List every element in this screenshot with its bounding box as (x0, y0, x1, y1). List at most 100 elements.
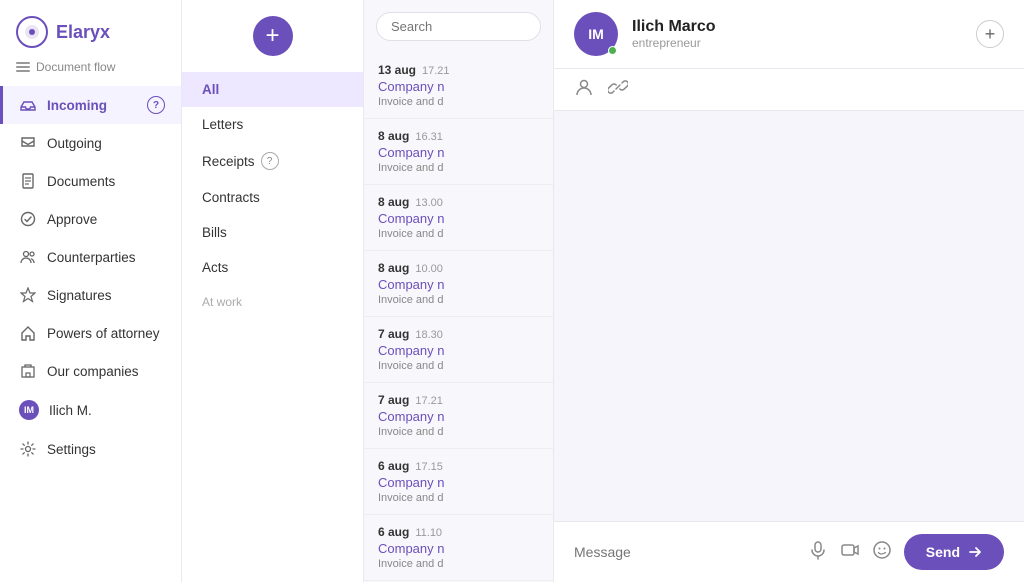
list-item[interactable]: 8 aug 16.31 Company n Invoice and d (364, 119, 553, 185)
chat-panel: IM Ilich Marco entrepreneur + (554, 0, 1024, 582)
doc-date: 6 aug (378, 459, 409, 473)
send-label: Send (926, 544, 960, 560)
category-all-label: All (202, 82, 219, 97)
doc-desc: Invoice and d (378, 228, 539, 240)
add-button[interactable]: + (253, 16, 293, 56)
category-contracts[interactable]: Contracts (182, 180, 363, 215)
chat-footer-icons (808, 540, 892, 565)
doc-time: 17.21 (422, 65, 450, 77)
app-name: Elaryx (56, 22, 110, 43)
chat-role: entrepreneur (632, 36, 962, 50)
settings-label: Settings (47, 442, 165, 457)
category-letters[interactable]: Letters (182, 107, 363, 142)
document-list-panel: 13 aug 17.21 Company n Invoice and d 8 a… (364, 0, 554, 582)
chat-add-button[interactable]: + (976, 20, 1004, 48)
doc-name: Company n (378, 145, 539, 160)
category-acts-label: Acts (202, 260, 228, 275)
video-icon[interactable] (840, 540, 860, 565)
link-icon[interactable] (608, 77, 628, 102)
doc-date: 7 aug (378, 393, 409, 407)
counterparties-label: Counterparties (47, 250, 165, 265)
profile-icon[interactable] (574, 77, 594, 102)
receipts-badge: ? (261, 152, 279, 170)
chat-user-info: Ilich Marco entrepreneur (632, 18, 962, 50)
list-item[interactable]: 6 aug 17.15 Company n Invoice and d (364, 449, 553, 515)
search-input[interactable] (376, 12, 541, 41)
sidebar-item-companies[interactable]: Our companies (0, 352, 181, 390)
doc-name: Company n (378, 475, 539, 490)
doc-time: 18.30 (415, 329, 443, 341)
doc-date: 8 aug (378, 261, 409, 275)
document-list: 13 aug 17.21 Company n Invoice and d 8 a… (364, 53, 553, 582)
building-icon (19, 362, 37, 380)
doc-categories-panel: + All Letters Receipts ? Contracts Bills… (182, 0, 364, 582)
doc-name: Company n (378, 211, 539, 226)
list-item[interactable]: 7 aug 17.21 Company n Invoice and d (364, 383, 553, 449)
doc-desc: Invoice and d (378, 426, 539, 438)
sidebar-item-signatures[interactable]: Signatures (0, 276, 181, 314)
companies-label: Our companies (47, 364, 165, 379)
powers-label: Powers of attorney (47, 326, 165, 341)
category-bills-label: Bills (202, 225, 227, 240)
documents-label: Documents (47, 174, 165, 189)
chat-username: Ilich Marco (632, 18, 962, 36)
doc-date: 6 aug (378, 525, 409, 539)
sidebar-item-outgoing[interactable]: Outgoing (0, 124, 181, 162)
doc-desc: Invoice and d (378, 558, 539, 570)
doc-date: 7 aug (378, 327, 409, 341)
microphone-icon[interactable] (808, 540, 828, 565)
list-item[interactable]: 7 aug 18.30 Company n Invoice and d (364, 317, 553, 383)
sidebar-item-approve[interactable]: Approve (0, 200, 181, 238)
doc-name: Company n (378, 541, 539, 556)
sidebar-subtitle: Document flow (0, 56, 181, 86)
chat-toolbar (554, 69, 1024, 111)
sidebar-nav: Incoming ? Outgoing Documents Approve (0, 86, 181, 582)
doc-time: 13.00 (415, 197, 443, 209)
list-item[interactable]: 6 aug 11.10 Company n Invoice and d (364, 515, 553, 581)
chat-avatar: IM (574, 12, 618, 56)
category-receipts-label: Receipts (202, 154, 255, 169)
sidebar-item-documents[interactable]: Documents (0, 162, 181, 200)
outgoing-label: Outgoing (47, 136, 165, 151)
doc-panel-header: + (182, 0, 363, 72)
doc-time: 17.21 (415, 395, 443, 407)
signatures-label: Signatures (47, 288, 165, 303)
list-item[interactable]: 8 aug 13.00 Company n Invoice and d (364, 185, 553, 251)
gear-icon (19, 440, 37, 458)
doc-desc: Invoice and d (378, 162, 539, 174)
category-all[interactable]: All (182, 72, 363, 107)
category-bills[interactable]: Bills (182, 215, 363, 250)
sidebar-item-incoming[interactable]: Incoming ? (0, 86, 181, 124)
send-button[interactable]: Send (904, 534, 1004, 570)
doc-name: Company n (378, 277, 539, 292)
document-icon (19, 172, 37, 190)
list-item[interactable]: 8 aug 10.00 Company n Invoice and d (364, 251, 553, 317)
doc-time: 17.15 (415, 461, 443, 473)
incoming-label: Incoming (47, 98, 137, 113)
emoji-icon[interactable] (872, 540, 892, 565)
doc-date: 13 aug (378, 63, 416, 77)
online-indicator (608, 46, 617, 55)
doc-categories: All Letters Receipts ? Contracts Bills A… (182, 72, 363, 319)
sidebar-item-settings[interactable]: Settings (0, 430, 181, 468)
category-receipts[interactable]: Receipts ? (182, 142, 363, 180)
section-atwork: At work (182, 285, 363, 319)
incoming-badge: ? (147, 96, 165, 114)
list-item[interactable]: 13 aug 17.21 Company n Invoice and d (364, 53, 553, 119)
category-letters-label: Letters (202, 117, 243, 132)
sidebar-item-powers[interactable]: Powers of attorney (0, 314, 181, 352)
doc-desc: Invoice and d (378, 360, 539, 372)
sidebar-item-counterparties[interactable]: Counterparties (0, 238, 181, 276)
counterparties-icon (19, 248, 37, 266)
message-input[interactable] (574, 544, 796, 560)
search-container (364, 0, 553, 53)
ilich-label: Ilich M. (49, 403, 165, 418)
approve-label: Approve (47, 212, 165, 227)
send-arrow-icon (968, 545, 982, 559)
category-acts[interactable]: Acts (182, 250, 363, 285)
doc-desc: Invoice and d (378, 492, 539, 504)
chat-messages (554, 111, 1024, 521)
sidebar-item-ilich[interactable]: IM Ilich M. (0, 390, 181, 430)
doc-desc: Invoice and d (378, 294, 539, 306)
doc-date: 8 aug (378, 195, 409, 209)
